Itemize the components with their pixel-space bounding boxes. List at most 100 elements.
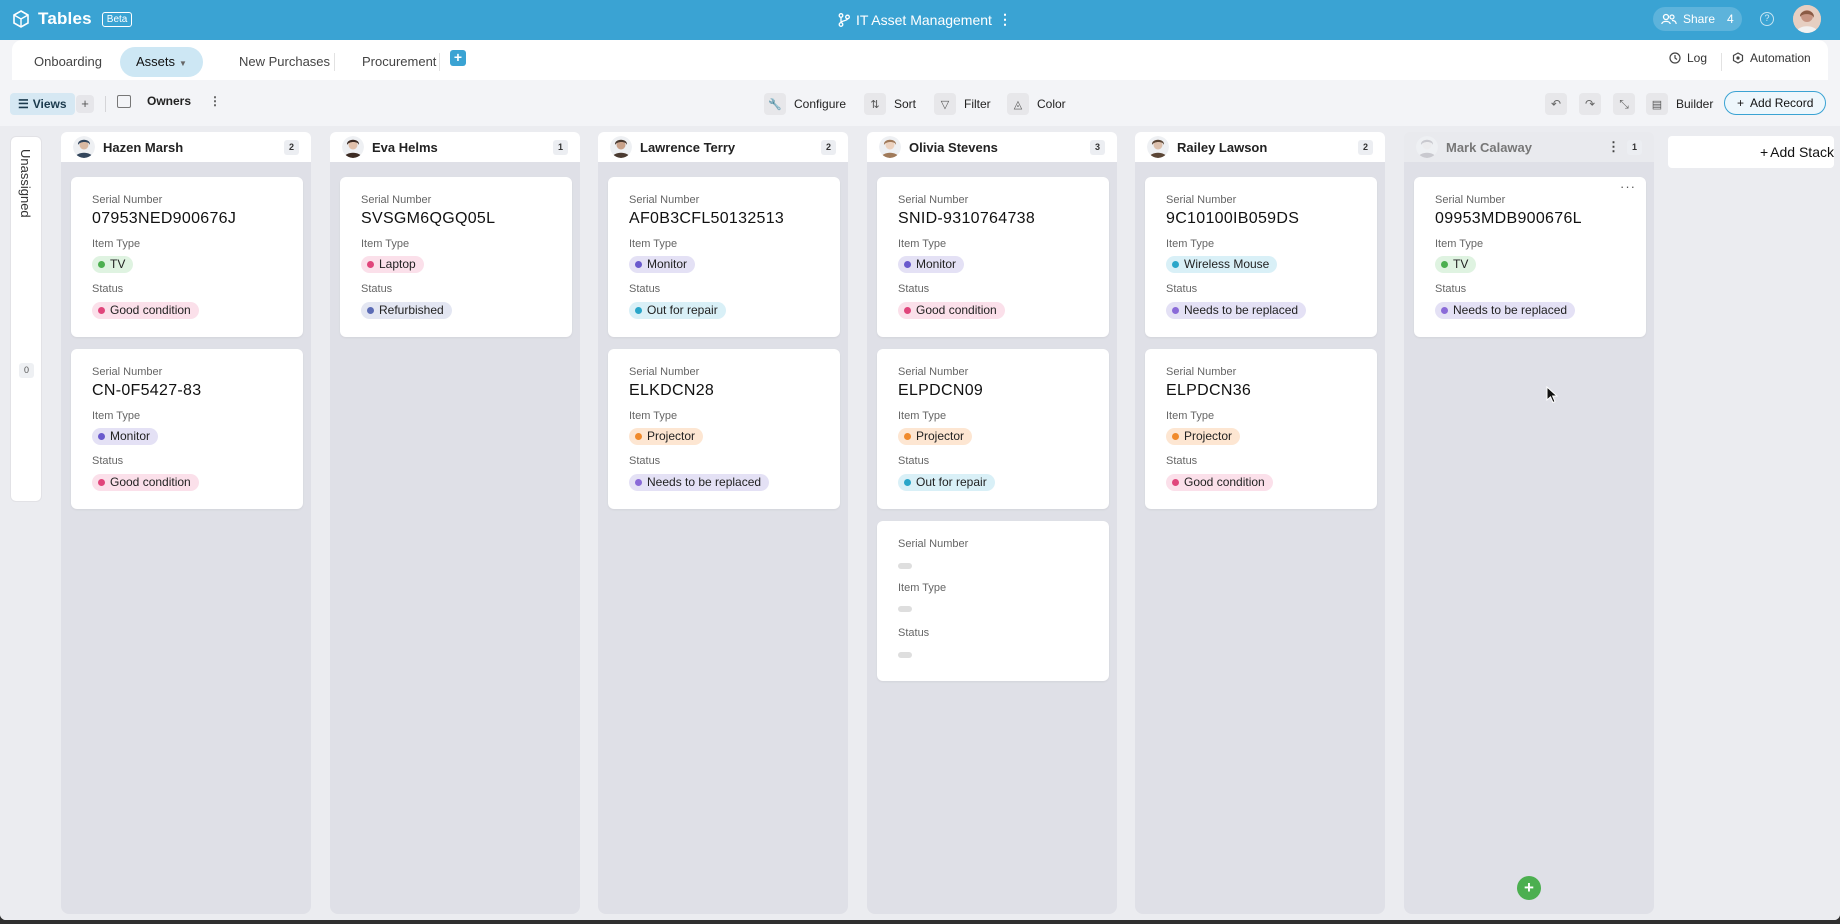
owner-avatar	[610, 136, 632, 158]
owner-name: Railey Lawson	[1177, 140, 1268, 155]
plus-icon: +	[1759, 144, 1769, 160]
user-avatar-image	[1793, 5, 1821, 33]
record-card[interactable]: Serial Number Item Type Status	[877, 521, 1109, 681]
document-title-text: IT Asset Management	[856, 11, 992, 28]
tag-label: TV	[110, 257, 126, 271]
tab-assets[interactable]: Assets ▼	[120, 47, 203, 77]
add-view-button[interactable]: +	[76, 95, 94, 113]
field-label: Serial Number	[92, 366, 163, 378]
tag-color-dot	[98, 433, 105, 440]
record-card[interactable]: Serial Number SNID-9310764738 Item Type Mon…	[877, 177, 1109, 337]
record-card[interactable]: Serial Number CN-0F5427-83 Item Type Monito…	[71, 349, 303, 509]
field-label: Serial Number	[92, 194, 163, 206]
views-label: Views	[32, 97, 67, 111]
more-horizontal-icon[interactable]: ···	[1620, 179, 1636, 194]
serial-number-value: 07953NED900676J	[92, 210, 237, 227]
automation-button[interactable]: Automation	[1732, 51, 1811, 65]
status-tag: Good condition	[1166, 474, 1273, 491]
collapse-icon[interactable]: ⤡	[1613, 93, 1635, 115]
record-card[interactable]: Serial Number ELKDCN28 Item Type Projector S…	[608, 349, 840, 509]
status-tag: Needs to be replaced	[1166, 302, 1307, 319]
stack-header[interactable]: Railey Lawson 2	[1135, 132, 1385, 162]
tag-color-dot	[1172, 479, 1179, 486]
mouse-cursor-icon	[1546, 386, 1558, 404]
group-by-owners[interactable]: Owners ⋮	[117, 94, 221, 108]
tag-color-dot	[98, 479, 105, 486]
record-card[interactable]: Serial Number 9C10100IB059DS Item Type Wire…	[1145, 177, 1377, 337]
card-count-badge: 2	[284, 140, 299, 155]
field-label: Item Type	[898, 238, 947, 250]
field-label: Status	[1435, 283, 1467, 295]
stack-header[interactable]: Hazen Marsh 2	[61, 132, 311, 162]
serial-number-value: SVSGM6QGQ05L	[361, 210, 496, 227]
field-label: Item Type	[92, 238, 141, 250]
brand[interactable]: Tables Beta	[12, 9, 133, 29]
field-label: Serial Number	[898, 194, 969, 206]
configure-button[interactable]: 🔧 Configure	[764, 93, 846, 115]
builder-button[interactable]: ▤ Builder	[1646, 93, 1713, 115]
tag-color-dot	[904, 479, 911, 486]
field-label: Status	[898, 455, 930, 467]
record-card[interactable]: Serial Number ELPDCN09 Item Type Projector S…	[877, 349, 1109, 509]
record-card[interactable]: Serial Number 09953MDB900676L Item Type TV S…	[1414, 177, 1646, 337]
tables-logo-icon	[13, 10, 29, 28]
owner-name: Mark Calaway	[1446, 140, 1532, 155]
stack-header[interactable]: Eva Helms 1	[330, 132, 580, 162]
help-icon[interactable]: ?	[1760, 12, 1774, 26]
field-label: Item Type	[898, 582, 947, 594]
record-card[interactable]: Serial Number ELPDCN36 Item Type Projector S…	[1145, 349, 1377, 509]
item-type-tag: Wireless Mouse	[1166, 256, 1278, 273]
serial-number-value: ELPDCN36	[1166, 382, 1252, 399]
item-type-tag: Laptop	[361, 256, 424, 273]
tag-color-dot	[98, 307, 105, 314]
filter-button[interactable]: ▽ Filter	[934, 93, 991, 115]
sort-button[interactable]: ⇅ Sort	[864, 93, 916, 115]
item-type-tag: TV	[1435, 256, 1477, 273]
tab-assets-label: Assets	[136, 54, 176, 69]
user-avatar[interactable]	[1793, 5, 1821, 33]
status-tag: Good condition	[92, 474, 199, 491]
add-tab-button[interactable]: +	[450, 50, 466, 66]
tab-new-purchases[interactable]: New Purchases	[223, 47, 346, 77]
field-label: Status	[1166, 455, 1198, 467]
tab-procurement[interactable]: Procurement	[346, 47, 452, 77]
stack-header[interactable]: Olivia Stevens 3	[867, 132, 1117, 162]
tab-onboarding[interactable]: Onboarding	[18, 47, 118, 77]
configure-label: Configure	[794, 97, 847, 111]
field-label: Serial Number	[361, 194, 432, 206]
document-title[interactable]: IT Asset Management ⋮	[838, 11, 1012, 28]
stack-column: Mark Calaway ⋮ 1 Serial Number 09953MDB90067…	[1404, 132, 1654, 914]
add-record-button[interactable]: + Add Record	[1724, 91, 1827, 115]
empty-value-placeholder	[898, 563, 912, 569]
undo-icon[interactable]: ↶	[1545, 93, 1567, 115]
redo-icon[interactable]: ↷	[1579, 93, 1601, 115]
more-vertical-icon[interactable]: ⋮	[209, 94, 221, 108]
caret-down-icon[interactable]: ▼	[179, 59, 187, 68]
serial-number-value: SNID-9310764738	[898, 210, 1036, 227]
color-button[interactable]: ◬ Color	[1007, 93, 1066, 115]
views-button[interactable]: ☰ Views	[10, 93, 75, 115]
more-vertical-icon[interactable]: ⋮	[998, 11, 1012, 28]
tag-color-dot	[367, 261, 374, 268]
item-type-tag: Projector	[898, 428, 973, 445]
share-button[interactable]: Share 4	[1653, 7, 1742, 31]
tag-label: Out for repair	[647, 303, 718, 317]
record-card[interactable]: Serial Number 07953NED900676J Item Type TV S…	[71, 177, 303, 337]
stack-header[interactable]: Mark Calaway ⋮ 1	[1404, 132, 1654, 162]
toolbar-divider	[105, 96, 106, 112]
record-card[interactable]: Serial Number AF0B3CFL50132513 Item Type Mo…	[608, 177, 840, 337]
unassigned-stack[interactable]: Unassigned 0	[10, 136, 42, 502]
field-label: Status	[92, 283, 124, 295]
beta-badge: Beta	[101, 11, 133, 27]
log-button[interactable]: Log	[1669, 51, 1707, 65]
stack-header[interactable]: Lawrence Terry 2	[598, 132, 848, 162]
add-stack-button[interactable]: + Add Stack	[1668, 136, 1834, 168]
top-bar: Tables Beta IT Asset Management ⋮ Share …	[0, 0, 1840, 40]
empty-value-placeholder	[898, 652, 912, 658]
more-vertical-icon[interactable]: ⋮	[1607, 139, 1620, 155]
field-label: Serial Number	[1435, 194, 1506, 206]
color-label: Color	[1037, 97, 1066, 111]
tag-label: Good condition	[1184, 475, 1265, 489]
record-card[interactable]: Serial Number SVSGM6QGQ05L Item Type Laptop…	[340, 177, 572, 337]
add-card-button[interactable]: +	[1517, 876, 1541, 900]
